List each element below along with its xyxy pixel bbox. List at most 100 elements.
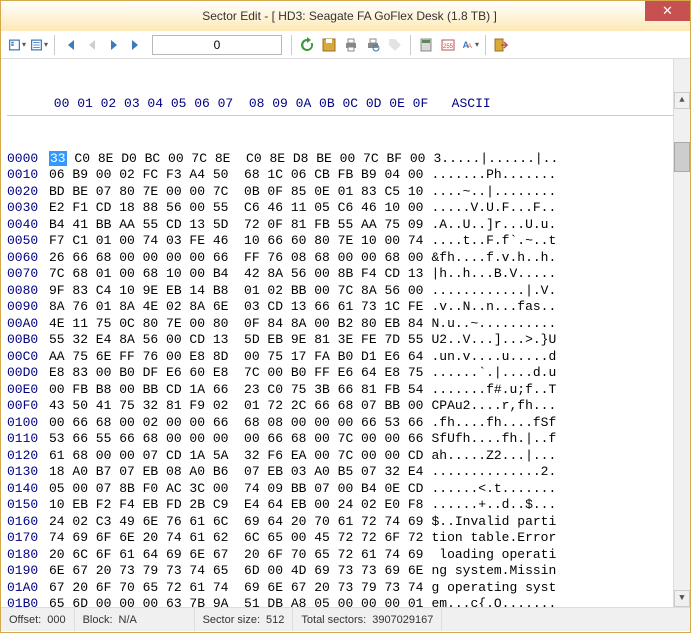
save-button[interactable] [319, 35, 339, 55]
ascii-cell[interactable]: 3.....|......|.. [433, 151, 558, 168]
ascii-cell[interactable]: .....V.U.F...F.. [431, 200, 556, 217]
hex-row[interactable]: 018020 6C 6F 61 64 69 6E 67 20 6F 70 65 … [7, 547, 684, 564]
bytes-cell[interactable]: 00 FB B8 00 BB CD 1A 66 23 C0 75 3B 66 8… [49, 382, 423, 399]
hex-row[interactable]: 01906E 67 20 73 79 73 74 65 6D 00 4D 69 … [7, 563, 684, 580]
ascii-cell[interactable]: g operating syst [431, 580, 556, 597]
ascii-cell[interactable]: &fh....f.v.h..h. [431, 250, 556, 267]
bytes-cell[interactable]: 26 66 68 00 00 00 00 66 FF 76 08 68 00 0… [49, 250, 423, 267]
selected-byte[interactable]: 33 [49, 151, 67, 166]
ascii-cell[interactable]: ............|.V. [431, 283, 556, 300]
view-dropdown-1[interactable] [7, 35, 27, 55]
hex-row[interactable]: 0020BD BE 07 80 7E 00 00 7C 0B 0F 85 0E … [7, 184, 684, 201]
ascii-cell[interactable]: ..............2. [431, 464, 556, 481]
refresh-button[interactable] [297, 35, 317, 55]
hex-row[interactable]: 012061 68 00 00 07 CD 1A 5A 32 F6 EA 00 … [7, 448, 684, 465]
hex-row[interactable]: 017074 69 6F 6E 20 74 61 62 6C 65 00 45 … [7, 530, 684, 547]
bytes-cell[interactable]: 74 69 6F 6E 20 74 61 62 6C 65 00 45 72 7… [49, 530, 423, 547]
vertical-scrollbar[interactable]: ▲ ▼ [673, 59, 690, 607]
ascii-cell[interactable]: ....~..|........ [431, 184, 556, 201]
ascii-cell[interactable]: .......Ph....... [431, 167, 556, 184]
ascii-cell[interactable]: tion table.Error [431, 530, 556, 547]
ascii-cell[interactable]: ......+..d..$... [431, 497, 556, 514]
scroll-down-button[interactable]: ▼ [674, 590, 690, 607]
ascii-cell[interactable]: ......<.t....... [431, 481, 556, 498]
hex-row[interactable]: 00908A 76 01 8A 4E 02 8A 6E 03 CD 13 66 … [7, 299, 684, 316]
hex-row[interactable]: 00B055 32 E4 8A 56 00 CD 13 5D EB 9E 81 … [7, 332, 684, 349]
hex-row[interactable]: 01B065 6D 00 00 00 63 7B 9A 51 DB A8 05 … [7, 596, 684, 607]
nav-next-button[interactable] [104, 35, 124, 55]
font-dropdown[interactable]: AA [460, 35, 480, 55]
close-button[interactable]: ✕ [645, 1, 690, 21]
hex-row[interactable]: 010000 66 68 00 02 00 00 66 68 08 00 00 … [7, 415, 684, 432]
calc-button[interactable] [416, 35, 436, 55]
bytes-cell[interactable]: 20 6C 6F 61 64 69 6E 67 20 6F 70 65 72 6… [49, 547, 423, 564]
bytes-cell[interactable]: BD BE 07 80 7E 00 00 7C 0B 0F 85 0E 01 8… [49, 184, 423, 201]
print-preview-button[interactable] [363, 35, 383, 55]
hex-row[interactable]: 00809F 83 C4 10 9E EB 14 B8 01 02 BB 00 … [7, 283, 684, 300]
hex-row[interactable]: 00C0AA 75 6E FF 76 00 E8 8D 00 75 17 FA … [7, 349, 684, 366]
hex-row[interactable]: 011053 66 55 66 68 00 00 00 00 66 68 00 … [7, 431, 684, 448]
bytes-cell[interactable]: 61 68 00 00 07 CD 1A 5A 32 F6 EA 00 7C 0… [49, 448, 423, 465]
scroll-up-button[interactable]: ▲ [674, 92, 690, 109]
ascii-cell[interactable]: N.u..~.......... [431, 316, 556, 333]
ascii-cell[interactable]: $..Invalid parti [431, 514, 556, 531]
bytes-cell[interactable]: 4E 11 75 0C 80 7E 00 80 0F 84 8A 00 B2 8… [49, 316, 423, 333]
ascii-cell[interactable]: CPAu2....r,fh... [431, 398, 556, 415]
bytes-cell[interactable]: 33 C0 8E D0 BC 00 7C 8E C0 8E D8 BE 00 7… [49, 151, 425, 168]
bytes-cell[interactable]: 9F 83 C4 10 9E EB 14 B8 01 02 BB 00 7C 8… [49, 283, 423, 300]
nav-last-button[interactable] [126, 35, 146, 55]
exit-button[interactable] [491, 35, 511, 55]
print-button[interactable] [341, 35, 361, 55]
bytes-cell[interactable]: 65 6D 00 00 00 63 7B 9A 51 DB A8 05 00 0… [49, 596, 423, 607]
ascii-cell[interactable]: SfUfh....fh.|..f [431, 431, 556, 448]
sector-number-input[interactable] [152, 35, 282, 55]
bytes-cell[interactable]: AA 75 6E FF 76 00 E8 8D 00 75 17 FA B0 D… [49, 349, 423, 366]
bytes-cell[interactable]: 10 EB F2 F4 EB FD 2B C9 E4 64 EB 00 24 0… [49, 497, 423, 514]
bytes-cell[interactable]: 7C 68 01 00 68 10 00 B4 42 8A 56 00 8B F… [49, 266, 423, 283]
nav-first-button[interactable] [60, 35, 80, 55]
hex-row[interactable]: 016024 02 C3 49 6E 76 61 6C 69 64 20 70 … [7, 514, 684, 531]
hex-row[interactable]: 014005 00 07 8B F0 AC 3C 00 74 09 BB 07 … [7, 481, 684, 498]
hex-row[interactable]: 013018 A0 B7 07 EB 08 A0 B6 07 EB 03 A0 … [7, 464, 684, 481]
ascii-cell[interactable]: ......`.|....d.u [431, 365, 556, 382]
hex-row[interactable]: 006026 66 68 00 00 00 00 66 FF 76 08 68 … [7, 250, 684, 267]
bytes-cell[interactable]: 18 A0 B7 07 EB 08 A0 B6 07 EB 03 A0 B5 0… [49, 464, 423, 481]
bytes-cell[interactable]: 00 66 68 00 02 00 00 66 68 08 00 00 00 6… [49, 415, 423, 432]
bytes-cell[interactable]: E8 83 00 B0 DF E6 60 E8 7C 00 B0 FF E6 6… [49, 365, 423, 382]
ascii-cell[interactable]: .A..U..]r...U.u. [431, 217, 556, 234]
ascii-cell[interactable]: .......f#.u;f..T [431, 382, 556, 399]
ascii-cell[interactable]: U2..V...]...>.}U [431, 332, 556, 349]
ascii-cell[interactable]: loading operati [431, 547, 556, 564]
ascii-cell[interactable]: em...c{.Q....... [431, 596, 556, 607]
nav-prev-button[interactable] [82, 35, 102, 55]
ascii-cell[interactable]: |h..h...B.V..... [431, 266, 556, 283]
hex-row[interactable]: 001006 B9 00 02 FC F3 A4 50 68 1C 06 CB … [7, 167, 684, 184]
hex-row[interactable]: 00707C 68 01 00 68 10 00 B4 42 8A 56 00 … [7, 266, 684, 283]
bytes-cell[interactable]: 67 20 6F 70 65 72 61 74 69 6E 67 20 73 7… [49, 580, 423, 597]
hex-row[interactable]: 015010 EB F2 F4 EB FD 2B C9 E4 64 EB 00 … [7, 497, 684, 514]
tag-button[interactable] [385, 35, 405, 55]
view-dropdown-2[interactable] [29, 35, 49, 55]
hex-row[interactable]: 00A04E 11 75 0C 80 7E 00 80 0F 84 8A 00 … [7, 316, 684, 333]
bytes-cell[interactable]: 06 B9 00 02 FC F3 A4 50 68 1C 06 CB FB B… [49, 167, 423, 184]
bytes-cell[interactable]: 05 00 07 8B F0 AC 3C 00 74 09 BB 07 00 B… [49, 481, 423, 498]
bytes-cell[interactable]: 55 32 E4 8A 56 00 CD 13 5D EB 9E 81 3E F… [49, 332, 423, 349]
hex-row[interactable]: 00E000 FB B8 00 BB CD 1A 66 23 C0 75 3B … [7, 382, 684, 399]
hex-editor[interactable]: 00 01 02 03 04 05 06 07 08 09 0A 0B 0C 0… [1, 59, 690, 607]
ascii-cell[interactable]: ah.....Z2...|... [431, 448, 556, 465]
hex-row[interactable]: 01A067 20 6F 70 65 72 61 74 69 6E 67 20 … [7, 580, 684, 597]
bytes-cell[interactable]: E2 F1 CD 18 88 56 00 55 C6 46 11 05 C6 4… [49, 200, 423, 217]
bytes-cell[interactable]: F7 C1 01 00 74 03 FE 46 10 66 60 80 7E 1… [49, 233, 423, 250]
bytes-cell[interactable]: 53 66 55 66 68 00 00 00 00 66 68 00 7C 0… [49, 431, 423, 448]
bytes-cell[interactable]: 43 50 41 75 32 81 F9 02 01 72 2C 66 68 0… [49, 398, 423, 415]
ascii-cell[interactable]: .fh....fh....fSf [431, 415, 556, 432]
scroll-thumb[interactable] [674, 142, 690, 172]
ascii-cell[interactable]: ng system.Missin [431, 563, 556, 580]
bytes-cell[interactable]: 24 02 C3 49 6E 76 61 6C 69 64 20 70 61 7… [49, 514, 423, 531]
bytes-cell[interactable]: B4 41 BB AA 55 CD 13 5D 72 0F 81 FB 55 A… [49, 217, 423, 234]
hex-row[interactable]: 0040B4 41 BB AA 55 CD 13 5D 72 0F 81 FB … [7, 217, 684, 234]
ascii-cell[interactable]: .un.v....u.....d [431, 349, 556, 366]
ascii-cell[interactable]: ....t..F.f`.~..t [431, 233, 556, 250]
ascii-toggle-button[interactable]: 255 [438, 35, 458, 55]
hex-row[interactable]: 00F043 50 41 75 32 81 F9 02 01 72 2C 66 … [7, 398, 684, 415]
